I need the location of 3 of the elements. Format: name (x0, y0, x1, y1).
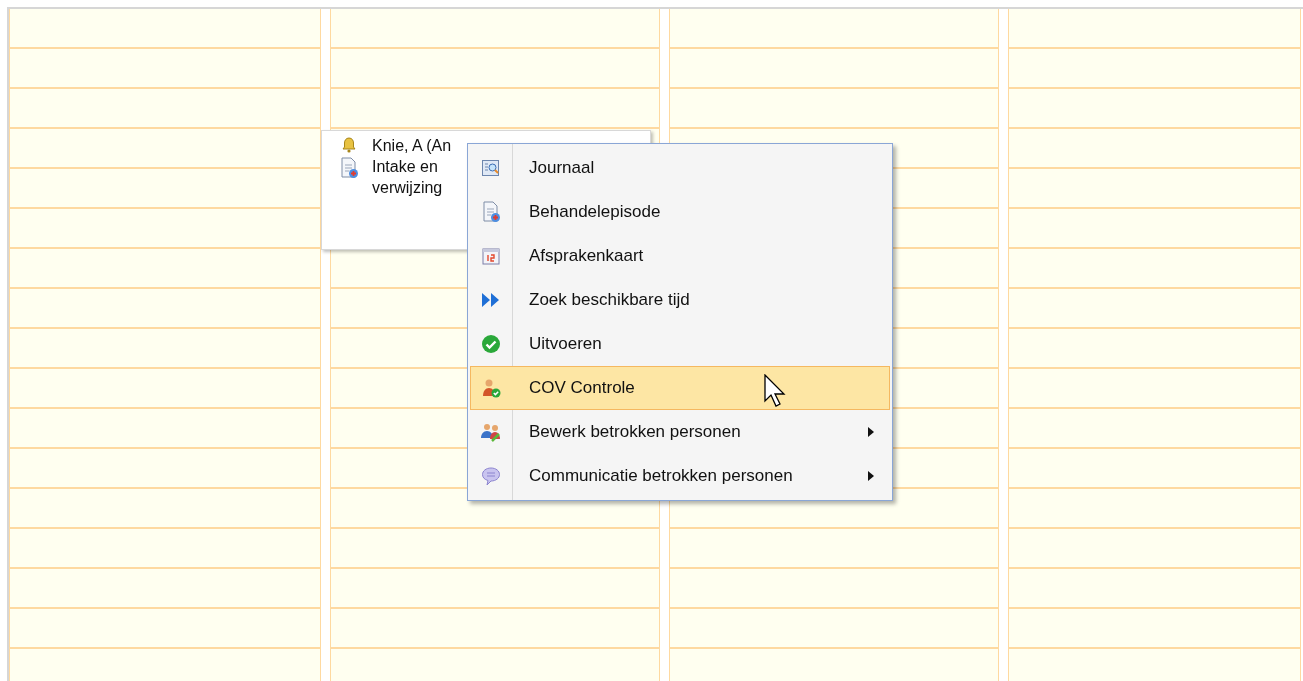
appointment-text: verwijzing (372, 178, 443, 198)
appointment-text: Knie, A (An (372, 136, 452, 156)
appointment-text: Intake en (372, 157, 438, 177)
